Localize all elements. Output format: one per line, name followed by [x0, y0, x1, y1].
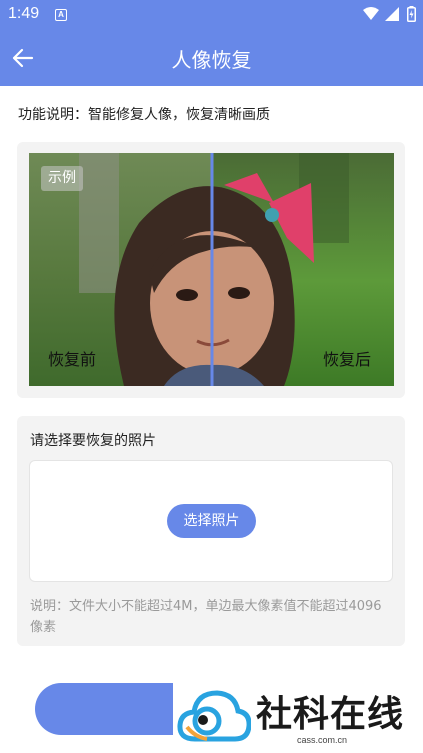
- upload-area[interactable]: 选择照片: [29, 460, 393, 582]
- upload-note: 说明：文件大小不能超过4M，单边最大像素值不能超过4096像素: [30, 599, 382, 635]
- after-label: 恢复后: [323, 350, 372, 369]
- wifi-icon: [363, 7, 379, 20]
- select-photo-button[interactable]: 选择照片: [167, 504, 256, 538]
- feature-description: 功能说明：智能修复人像，恢复清晰画质: [18, 107, 270, 123]
- app-bar: 人像恢复: [0, 30, 423, 86]
- status-bar: 1:49 A: [0, 0, 423, 30]
- notification-a-icon: A: [55, 9, 67, 21]
- cloud-eye-logo-icon: [177, 690, 251, 742]
- upload-heading: 请选择要恢复的照片: [30, 433, 156, 449]
- before-label: 恢复前: [48, 350, 97, 369]
- signal-icon: [385, 7, 399, 21]
- watermark-url: cass.com.cn: [297, 735, 348, 745]
- upload-card: 请选择要恢复的照片 选择照片 说明：文件大小不能超过4M，单边最大像素值不能超过…: [17, 416, 405, 646]
- status-time: 1:49: [8, 5, 40, 22]
- watermark-brand: 社科在线: [256, 694, 405, 735]
- watermark: 社科在线 cass.com.cn: [173, 683, 423, 753]
- example-badge: 示例: [41, 166, 83, 191]
- page-title: 人像恢复: [171, 48, 252, 72]
- battery-icon: [407, 6, 416, 22]
